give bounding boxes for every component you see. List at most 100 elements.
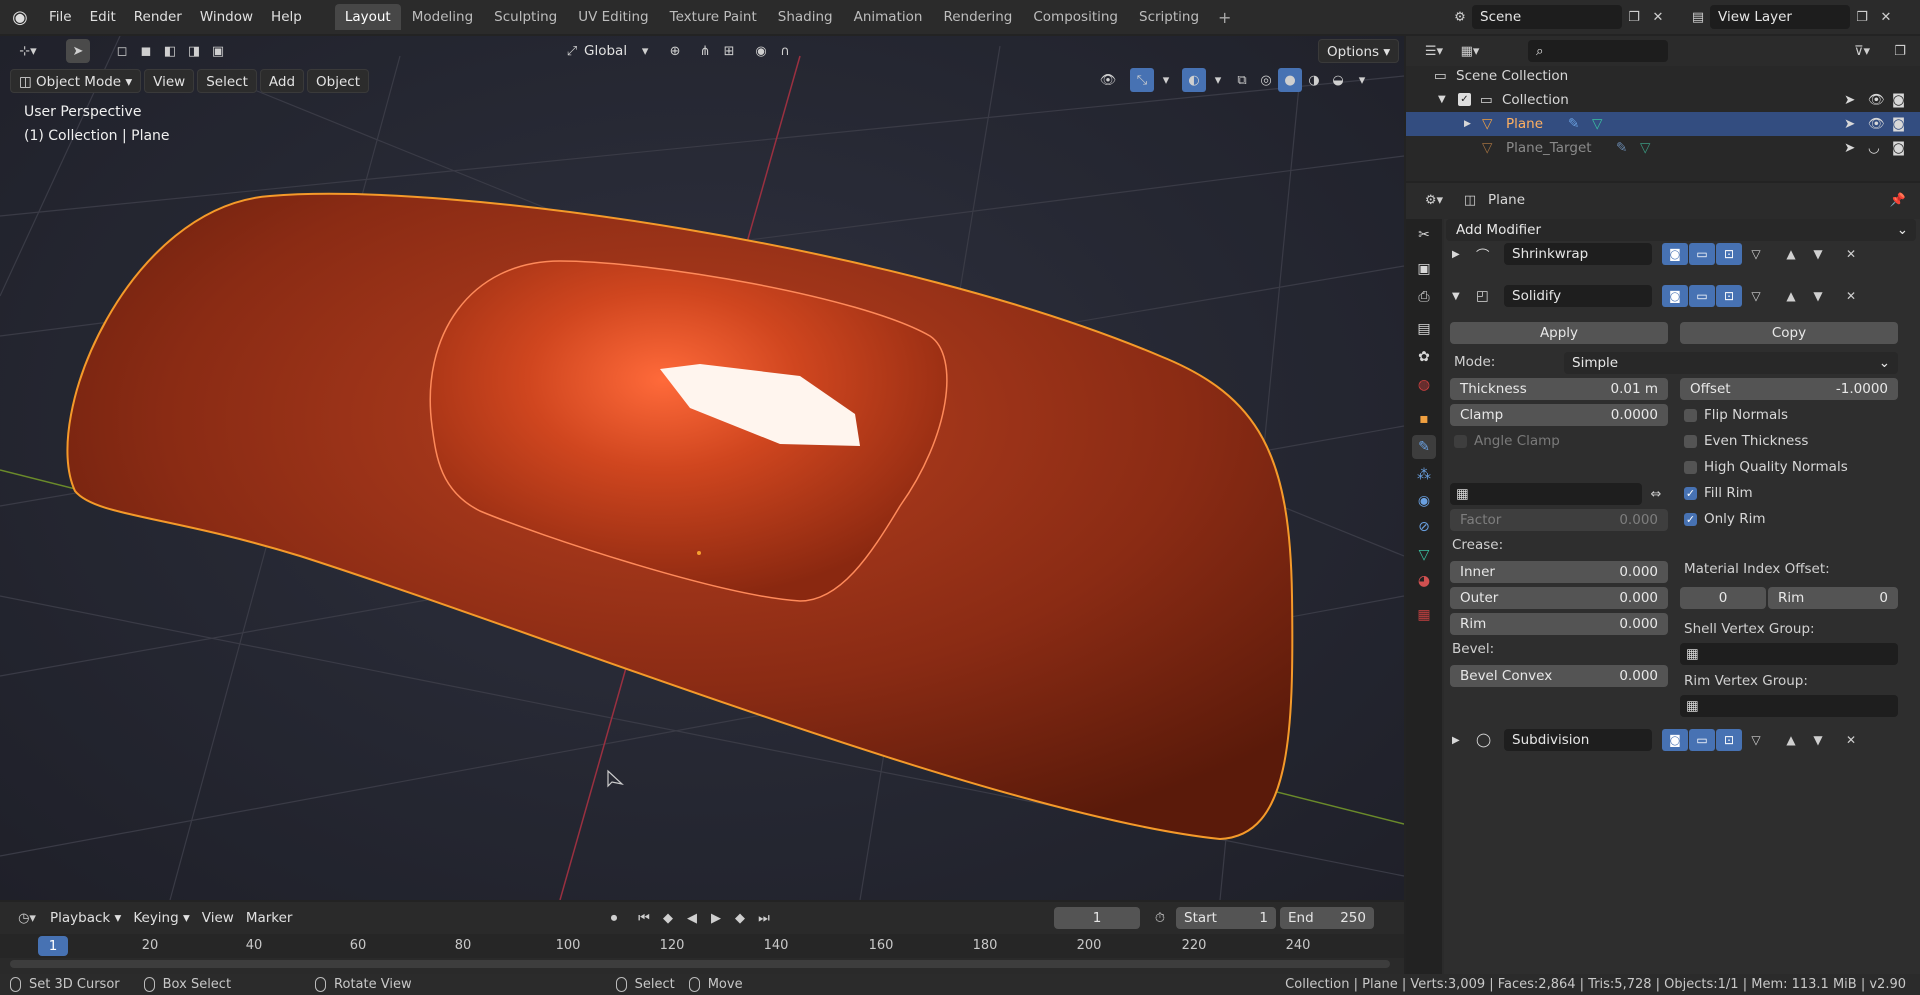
filter-icon[interactable]: ⊽▾ — [1844, 39, 1880, 63]
select-mode-subtract-icon[interactable]: ◧ — [158, 39, 182, 63]
offset-field[interactable]: Offset -1.0000 — [1680, 378, 1898, 400]
jump-end-icon[interactable]: ⏭ — [752, 906, 776, 930]
scene-icon[interactable]: ⚙ — [1448, 5, 1472, 29]
tab-modeling[interactable]: Modeling — [402, 4, 483, 30]
menu-file[interactable]: File — [40, 0, 81, 34]
move-up-icon[interactable]: ▲ — [1778, 285, 1804, 307]
pivot-point-icon[interactable]: ⊕ — [663, 39, 687, 63]
add-modifier-dropdown[interactable]: Add Modifier ⌄ — [1446, 219, 1916, 241]
outliner-editor-type-icon[interactable]: ☰▾ — [1416, 39, 1452, 63]
data-tab-icon[interactable]: ▽ — [1412, 543, 1436, 567]
tab-shading[interactable]: Shading — [768, 4, 843, 30]
viewport-toggle-icon[interactable]: ▭ — [1689, 243, 1715, 265]
move-down-icon[interactable]: ▼ — [1805, 285, 1831, 307]
render-toggle-icon[interactable]: ◙ — [1662, 729, 1688, 751]
editmode-toggle-icon[interactable]: ⊡ — [1716, 243, 1742, 265]
menu-edit[interactable]: Edit — [81, 0, 125, 34]
material-tab-icon[interactable]: ◕ — [1412, 569, 1436, 593]
select-mode-intersect-icon[interactable]: ▣ — [206, 39, 230, 63]
gizmo-dropdown-icon[interactable]: ▾ — [1154, 68, 1178, 92]
outliner-item-plane[interactable]: ▶ ▽ Plane ✎ ▽ ➤ 👁 ◙ — [1406, 112, 1920, 136]
visibility-icon[interactable]: 👁 — [1096, 68, 1120, 92]
tool-tab-icon[interactable]: ✂ — [1412, 223, 1436, 247]
add-workspace-icon[interactable]: + — [1210, 8, 1239, 27]
scene-name-field[interactable]: Scene — [1472, 5, 1622, 29]
shading-dropdown-icon[interactable]: ▾ — [1350, 68, 1374, 92]
stopwatch-icon[interactable]: ⏱ — [1148, 906, 1172, 930]
play-reverse-icon[interactable]: ◀ — [680, 906, 704, 930]
record-icon[interactable]: ⏺ — [602, 906, 626, 930]
menu-marker[interactable]: Marker — [240, 906, 299, 930]
selectable-icon[interactable]: ➤ — [1844, 136, 1855, 160]
expand-icon[interactable]: ▶ — [1464, 112, 1471, 136]
pin-icon[interactable]: 📌 — [1886, 188, 1910, 212]
expand-icon[interactable]: ▶ — [1452, 735, 1470, 746]
solid-shading-icon[interactable]: ● — [1278, 68, 1302, 92]
timeline-ruler[interactable]: 1 20 40 60 80 100 120 140 160 180 200 22… — [0, 934, 1404, 958]
play-icon[interactable]: ▶ — [704, 906, 728, 930]
options-button[interactable]: Options ▾ — [1318, 39, 1400, 63]
cage-toggle-icon[interactable]: ▽ — [1743, 729, 1769, 751]
timeline-scrollbar[interactable] — [10, 960, 1390, 968]
modifier-name-field[interactable]: Subdivision — [1504, 729, 1652, 751]
render-camera-icon[interactable]: ◙ — [1892, 136, 1905, 160]
flip-normals-checkbox[interactable]: Flip Normals — [1684, 407, 1788, 423]
clamp-field[interactable]: Clamp 0.0000 — [1450, 404, 1668, 426]
blender-logo-icon[interactable]: ◉ — [0, 7, 40, 28]
only-rim-checkbox[interactable]: ✓ Only Rim — [1684, 511, 1766, 527]
select-tool-icon[interactable]: ➤ — [66, 39, 90, 63]
fill-rim-checkbox[interactable]: ✓ Fill Rim — [1684, 485, 1753, 501]
display-mode-icon[interactable]: ▦▾ — [1452, 39, 1488, 63]
tab-texture-paint[interactable]: Texture Paint — [660, 4, 767, 30]
collapse-icon[interactable]: ▼ — [1438, 88, 1446, 112]
wireframe-shading-icon[interactable]: ◎ — [1254, 68, 1278, 92]
tab-layout[interactable]: Layout — [334, 4, 401, 30]
tab-scripting[interactable]: Scripting — [1129, 4, 1209, 30]
start-frame-field[interactable]: Start 1 — [1176, 907, 1276, 929]
delete-scene-icon[interactable]: ✕ — [1646, 5, 1670, 29]
timeline-editor-type-icon[interactable]: ◷▾ — [10, 906, 44, 930]
render-camera-icon[interactable]: ◙ — [1892, 112, 1905, 136]
new-collection-icon[interactable]: ❐ — [1888, 39, 1912, 63]
menu-render[interactable]: Render — [125, 0, 191, 34]
output-tab-icon[interactable]: ⎙ — [1412, 285, 1436, 309]
menu-view[interactable]: View — [144, 69, 195, 93]
transform-orientation-label[interactable]: Global — [584, 43, 627, 59]
orientation-dropdown-icon[interactable]: ▾ — [633, 39, 657, 63]
constraints-tab-icon[interactable]: ⊘ — [1412, 515, 1436, 539]
material-offset-field[interactable]: 0 — [1680, 587, 1766, 609]
current-frame-field[interactable]: 1 — [1054, 907, 1140, 929]
collection-checkbox[interactable]: ✓ — [1458, 93, 1471, 106]
select-mode-new-icon[interactable]: ◻ — [110, 39, 134, 63]
remove-modifier-icon[interactable]: ✕ — [1838, 243, 1864, 265]
snap-target-icon[interactable]: ⊞ — [717, 39, 741, 63]
tab-rendering[interactable]: Rendering — [933, 4, 1022, 30]
crease-outer-field[interactable]: Outer 0.000 — [1450, 587, 1668, 609]
invert-vertex-group-icon[interactable]: ⇔ — [1644, 482, 1668, 506]
menu-playback[interactable]: Playback ▾ — [44, 906, 127, 930]
vertex-group-field[interactable]: ▦ — [1450, 483, 1642, 505]
end-frame-field[interactable]: End 250 — [1280, 907, 1374, 929]
menu-keying[interactable]: Keying ▾ — [127, 906, 195, 930]
proportional-edit-icon[interactable]: ◉ — [749, 39, 773, 63]
cage-toggle-icon[interactable]: ▽ — [1743, 243, 1769, 265]
rendered-shading-icon[interactable]: ◒ — [1326, 68, 1350, 92]
selectable-icon[interactable]: ➤ — [1844, 88, 1855, 112]
editmode-toggle-icon[interactable]: ⊡ — [1716, 729, 1742, 751]
scene-tab-icon[interactable]: ✿ — [1412, 345, 1436, 369]
editmode-toggle-icon[interactable]: ⊡ — [1716, 285, 1742, 307]
menu-add[interactable]: Add — [259, 69, 305, 93]
move-down-icon[interactable]: ▼ — [1805, 243, 1831, 265]
factor-field[interactable]: Factor 0.000 — [1450, 509, 1668, 531]
menu-select[interactable]: Select — [197, 69, 257, 93]
view-layer-icon[interactable]: ▤ — [1686, 5, 1710, 29]
overlays-icon[interactable]: ◐ — [1182, 68, 1206, 92]
gizmo-icon[interactable]: ⤡ — [1130, 68, 1154, 92]
modifier-wrench-icon[interactable]: ✎ — [1616, 136, 1627, 160]
mesh-data-icon[interactable]: ▽ — [1592, 112, 1602, 136]
mesh-data-icon[interactable]: ▽ — [1640, 136, 1650, 160]
properties-editor-type-icon[interactable]: ⚙▾ — [1416, 188, 1452, 212]
move-up-icon[interactable]: ▲ — [1778, 729, 1804, 751]
modifier-wrench-icon[interactable]: ✎ — [1568, 112, 1579, 136]
viewport-toggle-icon[interactable]: ▭ — [1689, 285, 1715, 307]
